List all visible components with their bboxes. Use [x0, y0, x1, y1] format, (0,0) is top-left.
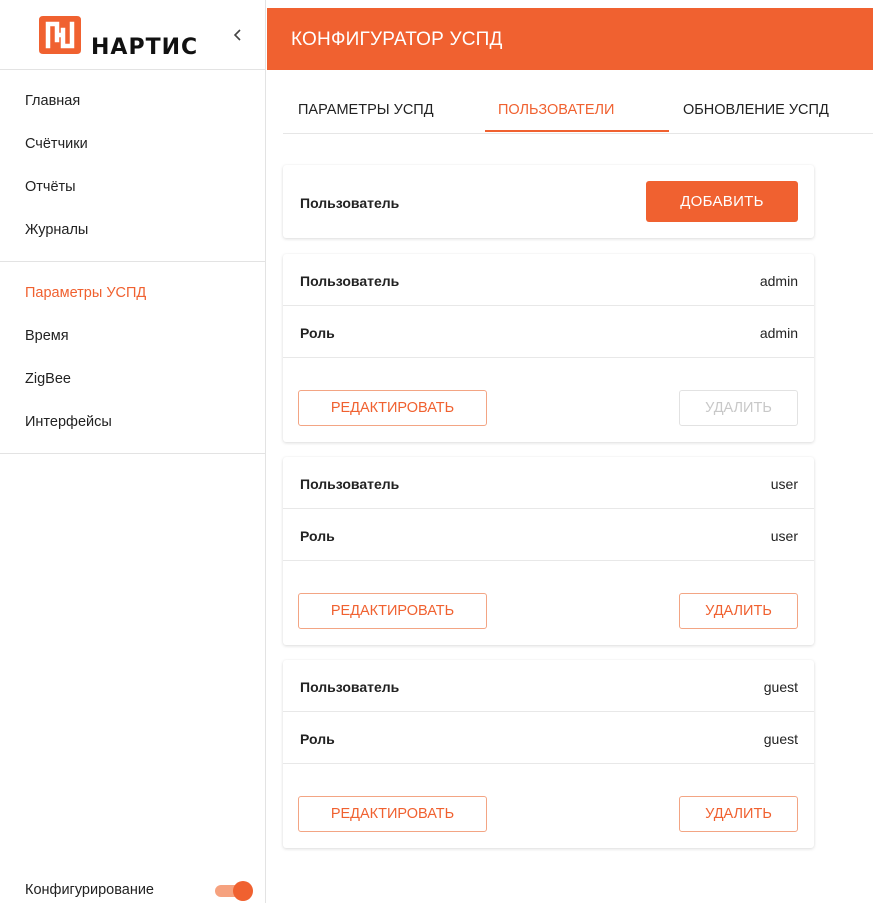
- configuration-row: Конфигурирование: [25, 878, 255, 902]
- edit-user-button[interactable]: РЕДАКТИРОВАТЬ: [298, 390, 487, 426]
- sidebar-item-logs[interactable]: Журналы: [0, 209, 266, 252]
- logo-area: НАРТИС: [0, 0, 266, 70]
- user-card: Пользователь guest Роль guest РЕДАКТИРОВ…: [283, 660, 814, 848]
- user-card: Пользователь admin Роль admin РЕДАКТИРОВ…: [283, 254, 814, 442]
- chevron-left-icon: [233, 29, 241, 41]
- add-user-button[interactable]: ДОБАВИТЬ: [646, 181, 798, 222]
- tab-users[interactable]: ПОЛЬЗОВАТЕЛИ: [498, 102, 614, 118]
- role-row: Роль user: [283, 509, 814, 561]
- user-row: Пользователь guest: [283, 660, 814, 712]
- sidebar-item-uspd-params[interactable]: Параметры УСПД: [0, 272, 266, 315]
- nav-group-settings: Параметры УСПД Время ZigBee Интерфейсы: [0, 272, 266, 454]
- toggle-knob: [233, 881, 253, 901]
- user-value: user: [770, 476, 798, 492]
- add-user-label: Пользователь: [300, 195, 400, 211]
- delete-user-button: УДАЛИТЬ: [679, 390, 798, 426]
- sidebar-item-zigbee[interactable]: ZigBee: [0, 358, 266, 401]
- user-value: admin: [759, 273, 798, 289]
- active-tab-indicator: [485, 130, 669, 132]
- role-value: admin: [759, 325, 798, 341]
- sidebar-item-home[interactable]: Главная: [0, 80, 266, 123]
- collapse-sidebar-button[interactable]: [229, 26, 247, 44]
- role-row: Роль admin: [283, 306, 814, 358]
- user-row: Пользователь user: [283, 457, 814, 509]
- role-label: Роль: [300, 528, 335, 544]
- page-title: КОНФИГУРАТОР УСПД: [291, 29, 503, 50]
- configuration-toggle[interactable]: [215, 881, 253, 901]
- delete-user-button[interactable]: УДАЛИТЬ: [679, 593, 798, 629]
- sidebar-item-meters[interactable]: Счётчики: [0, 123, 266, 166]
- nav-group-main: Главная Счётчики Отчёты Журналы: [0, 80, 266, 262]
- configuration-label: Конфигурирование: [25, 882, 154, 898]
- nartis-logo-icon: [39, 16, 81, 54]
- sidebar-item-reports[interactable]: Отчёты: [0, 166, 266, 209]
- role-value: guest: [763, 731, 798, 747]
- user-label: Пользователь: [300, 476, 400, 492]
- user-row: Пользователь admin: [283, 254, 814, 306]
- user-label: Пользователь: [300, 679, 400, 695]
- user-label: Пользователь: [300, 273, 400, 289]
- add-user-card: Пользователь ДОБАВИТЬ: [283, 165, 814, 238]
- tab-uspd-update[interactable]: ОБНОВЛЕНИЕ УСПД: [683, 102, 829, 118]
- sidebar-item-time[interactable]: Время: [0, 315, 266, 358]
- role-row: Роль guest: [283, 712, 814, 764]
- sidebar: НАРТИС Главная Счётчики Отчёты Журналы П…: [0, 0, 266, 903]
- sidebar-item-interfaces[interactable]: Интерфейсы: [0, 401, 266, 444]
- logo-text: НАРТИС: [91, 35, 199, 60]
- user-value: guest: [763, 679, 798, 695]
- role-value: user: [770, 528, 798, 544]
- delete-user-button[interactable]: УДАЛИТЬ: [679, 796, 798, 832]
- tab-bar: ПАРАМЕТРЫ УСПД ПОЛЬЗОВАТЕЛИ ОБНОВЛЕНИЕ У…: [283, 88, 873, 134]
- user-card: Пользователь user Роль user РЕДАКТИРОВАТ…: [283, 457, 814, 645]
- role-label: Роль: [300, 325, 335, 341]
- role-label: Роль: [300, 731, 335, 747]
- edit-user-button[interactable]: РЕДАКТИРОВАТЬ: [298, 796, 487, 832]
- tab-uspd-params[interactable]: ПАРАМЕТРЫ УСПД: [298, 102, 434, 118]
- app-header: КОНФИГУРАТОР УСПД: [267, 8, 873, 70]
- edit-user-button[interactable]: РЕДАКТИРОВАТЬ: [298, 593, 487, 629]
